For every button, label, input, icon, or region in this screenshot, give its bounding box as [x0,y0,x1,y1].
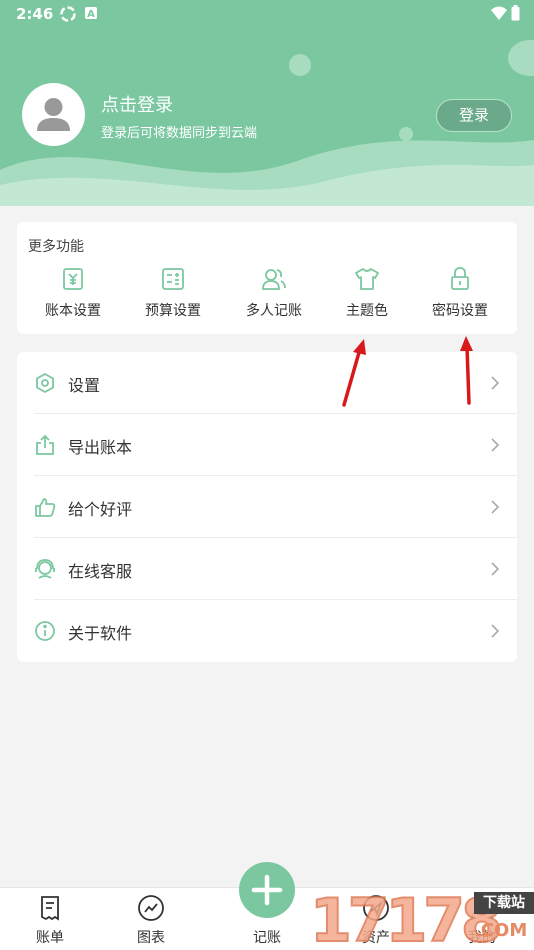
menu-item-settings[interactable]: 设置 [17,352,517,414]
feature-theme-color[interactable]: 主题色 [322,266,412,320]
notification-a-icon: A [84,6,98,24]
feature-label: 多人记账 [246,303,302,319]
chart-icon [136,893,166,923]
nav-bills[interactable]: 账单 [20,893,80,947]
sync-status-icon [60,6,76,26]
feature-password-settings[interactable]: 密码设置 [415,266,505,320]
chevron-right-icon [489,436,501,454]
watermark-domain: .COM [474,920,528,941]
battery-icon [511,5,520,25]
watermark-number: 17178 [309,885,504,950]
menu-item-customer-service[interactable]: 在线客服 [17,538,517,600]
add-record-button[interactable] [239,862,295,918]
login-title[interactable]: 点击登录 [101,91,173,117]
menu-item-label: 关于软件 [68,624,133,643]
menu-item-about[interactable]: 关于软件 [17,600,517,662]
nav-label: 图表 [137,930,165,946]
nav-label-record: 记账 [253,930,281,946]
chevron-right-icon [489,498,501,516]
menu-item-label: 给个好评 [68,500,133,519]
chevron-right-icon [489,622,501,640]
feature-label: 密码设置 [432,303,488,319]
status-bar: 2:46 A [0,0,534,28]
login-subtitle: 登录后可将数据同步到云端 [101,126,258,141]
svg-text:A: A [87,9,95,20]
menu-card: 设置 导出账本 给个好评 在线客服 关于软件 [17,352,517,662]
nav-label: 账单 [36,930,64,946]
menu-item-rate-app[interactable]: 给个好评 [17,476,517,538]
export-icon [34,434,56,456]
feature-multi-user[interactable]: 多人记账 [229,266,319,320]
settings-hex-icon [34,372,56,394]
watermark-site: 下载站 [474,892,534,914]
yen-book-icon [60,266,86,292]
site-watermark: 17178 下载站 .COM [308,884,534,950]
info-icon [34,620,56,642]
annotation-arrow-theme [342,339,366,407]
wifi-icon [490,5,508,25]
more-features-card: 更多功能 账本设置 预算设置 多人记账 主题色 密码设置 [17,222,517,334]
more-features-title: 更多功能 [28,239,84,255]
login-button[interactable]: 登录 [436,99,512,132]
avatar[interactable] [22,83,85,146]
status-time: 2:46 [16,5,54,23]
default-user-icon [37,98,70,131]
feature-label: 账本设置 [45,303,101,319]
customer-service-icon [34,558,56,580]
lock-icon [447,266,473,292]
budget-icon [160,266,186,292]
annotation-arrow-password [460,336,473,405]
bill-icon [35,893,65,923]
profile-header: 2:46 A 点击登录 登录后可将数据同步到云端 登录 [0,0,534,206]
plus-icon [251,874,283,906]
feature-label: 预算设置 [145,303,201,319]
feature-budget-settings[interactable]: 预算设置 [128,266,218,320]
feature-label: 主题色 [346,303,388,319]
people-icon [261,266,287,292]
chevron-right-icon [489,374,501,392]
thumbs-up-icon [34,496,56,518]
tshirt-icon [354,266,380,292]
nav-charts[interactable]: 图表 [121,893,181,947]
chevron-right-icon [489,560,501,578]
menu-item-label: 导出账本 [68,438,133,457]
menu-item-export-ledger[interactable]: 导出账本 [17,414,517,476]
menu-item-label: 设置 [68,376,101,395]
menu-item-label: 在线客服 [68,562,133,581]
feature-ledger-settings[interactable]: 账本设置 [28,266,118,320]
